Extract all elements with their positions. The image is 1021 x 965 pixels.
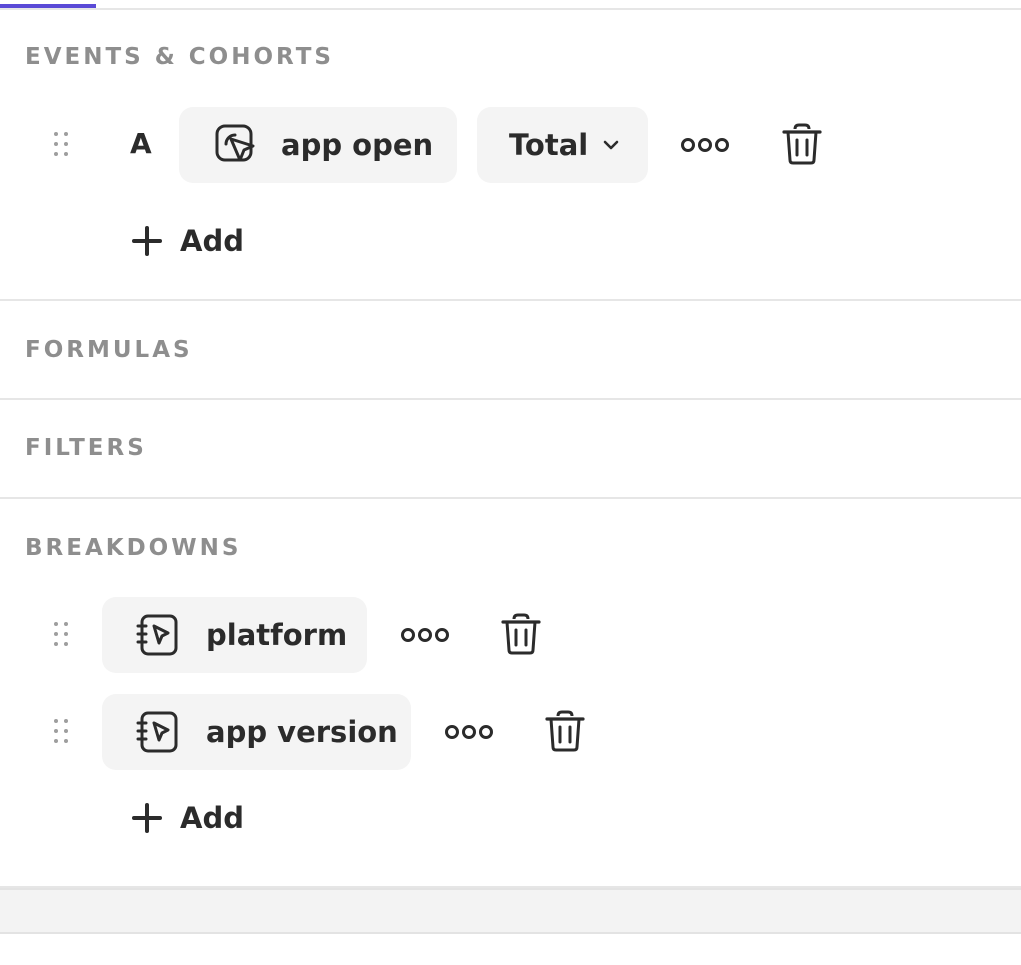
drag-handle-icon[interactable] [52,131,72,159]
add-breakdown-button[interactable]: Add [132,801,244,835]
drag-handle-icon[interactable] [52,621,72,649]
more-options-icon[interactable] [400,620,450,650]
formulas-section[interactable]: FORMULAS [0,301,1021,400]
add-event-label: Add [180,224,244,258]
add-event-button[interactable]: Add [132,224,244,258]
series-letter: A [130,127,152,160]
add-breakdown-label: Add [180,801,244,835]
filters-section[interactable]: FILTERS [0,400,1021,499]
breakdowns-section-title: BREAKDOWNS [25,535,242,561]
more-options-icon[interactable] [680,130,730,160]
breakdown-label: app version [206,715,398,749]
drag-handle-icon[interactable] [52,718,72,746]
plus-icon [132,803,162,833]
event-selector-chip[interactable]: app open [179,107,457,183]
filters-section-title: FILTERS [25,435,147,461]
property-cursor-icon [136,614,178,656]
breakdown-property-chip[interactable]: app version [102,694,411,770]
plus-icon [132,226,162,256]
breakdown-row: platform [0,597,1021,673]
breakdown-property-chip[interactable]: platform [102,597,367,673]
breakdown-label: platform [206,618,348,652]
breakdown-row: app version [0,694,1021,770]
chevron-down-icon [603,140,619,150]
trash-icon[interactable] [543,709,587,753]
property-cursor-icon [136,711,178,753]
trash-icon[interactable] [780,122,824,166]
trash-icon[interactable] [499,612,543,656]
more-options-icon[interactable] [444,717,494,747]
footer-band [0,888,1021,934]
events-section: EVENTS & COHORTS A app open Total Add [0,10,1021,301]
aggregation-dropdown[interactable]: Total [477,107,648,183]
breakdowns-section: BREAKDOWNS platform app version Add [0,499,1021,888]
aggregation-label: Total [509,128,589,162]
event-name: app open [281,128,434,162]
event-row: A app open Total [0,107,1021,183]
active-tab-indicator [0,4,96,8]
query-builder-panel: EVENTS & COHORTS A app open Total Add FO… [0,0,1021,965]
formulas-section-title: FORMULAS [25,337,193,363]
event-cursor-icon [215,124,255,162]
events-section-title: EVENTS & COHORTS [25,44,334,70]
